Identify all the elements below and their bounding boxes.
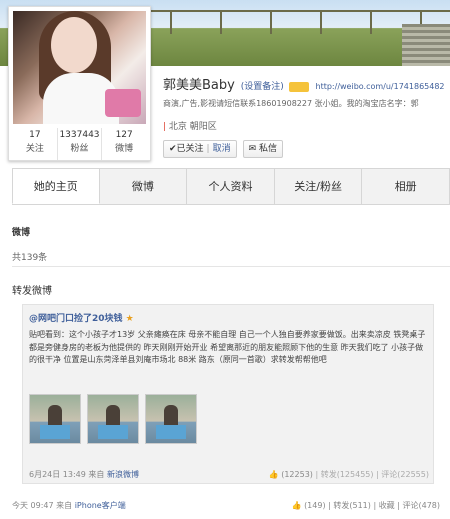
- post-comment[interactable]: 评论(478): [402, 501, 440, 510]
- original-text: 贴吧看到：这个小孩子才13岁 父亲瘫痪在床 母亲不能自理 自己一个人独自要养家要…: [29, 330, 426, 364]
- message-button[interactable]: ✉ 私信: [242, 140, 284, 158]
- image-thumb[interactable]: [145, 394, 197, 444]
- stat-followers[interactable]: 1337443 粉丝: [58, 128, 103, 160]
- repost-title: 转发微博: [12, 286, 52, 297]
- like-icon[interactable]: 👍: [292, 501, 302, 510]
- stat-posts-value: 127: [115, 130, 133, 140]
- post-actions: 👍 (149) | 转发(511) | 收藏 | 评论(478): [291, 501, 440, 510]
- followed-label: ✔已关注: [169, 144, 204, 154]
- post-source-prefix: 来自: [56, 501, 73, 510]
- original-footer: 6月24日 13:49 来自 新浪微博 👍 (12253) | 转发(12545…: [29, 469, 429, 480]
- divider: [12, 266, 450, 267]
- post-footer: 今天 09:47 来自 iPhone客户端 👍 (149) | 转发(511) …: [12, 500, 440, 511]
- original-author[interactable]: @网吧门口捡了20块钱 ★: [29, 311, 134, 324]
- stat-followers-label: 粉丝: [70, 144, 89, 154]
- repost-box: @网吧门口捡了20块钱 ★ 贴吧看到：这个小孩子才13岁 父亲瘫痪在床 母亲不能…: [22, 304, 434, 484]
- original-images: [29, 394, 197, 444]
- original-comment[interactable]: 评论(22555): [381, 470, 429, 479]
- tab-album[interactable]: 相册: [362, 168, 450, 204]
- image-thumb[interactable]: [87, 394, 139, 444]
- unfollow-link[interactable]: 取消: [213, 144, 231, 154]
- cover-steps: [402, 24, 450, 66]
- stat-following-value: 17: [29, 130, 41, 140]
- profile-name: 郭美美Baby: [163, 78, 235, 93]
- post-source[interactable]: iPhone客户端: [75, 501, 126, 510]
- profile-card: 17 关注 1337443 粉丝 127 微博: [8, 6, 151, 161]
- stat-followers-value: 1337443: [59, 130, 100, 140]
- original-source[interactable]: 新浪微博: [107, 470, 139, 479]
- vip-badge-icon: [288, 81, 309, 92]
- tab-profile-info[interactable]: 个人资料: [187, 168, 275, 204]
- follow-button[interactable]: ✔已关注 | 取消: [163, 140, 237, 158]
- profile-url[interactable]: http://weibo.com/u/1741865482: [316, 82, 445, 91]
- stat-following[interactable]: 17 关注: [13, 128, 58, 160]
- profile-stats: 17 关注 1337443 粉丝 127 微博: [13, 128, 146, 160]
- original-actions: 👍 (12253) | 转发(125455) | 评论(22555): [268, 470, 429, 479]
- mail-icon: ✉: [248, 144, 257, 154]
- original-likes[interactable]: (12253): [281, 470, 313, 479]
- tab-weibo[interactable]: 微博: [99, 168, 188, 204]
- avatar[interactable]: [13, 11, 146, 124]
- original-author-name: @网吧门口捡了20块钱: [29, 314, 123, 324]
- post-favorite[interactable]: 收藏: [379, 501, 395, 510]
- location-pin-icon: |: [163, 122, 167, 132]
- profile-actions: ✔已关注 | 取消 ✉ 私信: [163, 140, 284, 158]
- tab-follows[interactable]: 关注/粉丝: [274, 168, 363, 204]
- weibo-count: 共139条: [12, 253, 48, 263]
- like-icon[interactable]: 👍: [269, 470, 279, 479]
- original-time[interactable]: 6月24日 13:49: [29, 470, 86, 479]
- post-likes[interactable]: (149): [304, 501, 326, 510]
- post-time[interactable]: 今天 09:47: [12, 501, 54, 510]
- original-repost[interactable]: 转发(125455): [321, 470, 374, 479]
- location-text: 北京 朝阳区: [168, 122, 217, 132]
- profile-header: 郭美美Baby (设置备注) http://weibo.com/u/174186…: [163, 74, 450, 93]
- weibo-section-title: 微博: [12, 228, 31, 238]
- profile-location: | 北京 朝阳区: [163, 119, 217, 132]
- stat-following-label: 关注: [25, 144, 44, 154]
- stat-posts[interactable]: 127 微博: [102, 128, 146, 160]
- image-thumb[interactable]: [29, 394, 81, 444]
- message-label: 私信: [259, 144, 278, 154]
- stat-posts-label: 微博: [115, 144, 134, 154]
- original-source-prefix: 来自: [88, 470, 105, 479]
- set-remark-link[interactable]: (设置备注): [241, 82, 284, 92]
- post-repost[interactable]: 转发(511): [333, 501, 371, 510]
- tab-home[interactable]: 她的主页: [12, 168, 100, 204]
- verified-icon: ★: [125, 314, 134, 324]
- profile-tabs: 她的主页 微博 个人资料 关注/粉丝 相册: [12, 168, 450, 205]
- profile-bio: 商演,广告,影视请短信联系18601908227 张小姐。我的淘宝店名字：郭: [163, 99, 419, 108]
